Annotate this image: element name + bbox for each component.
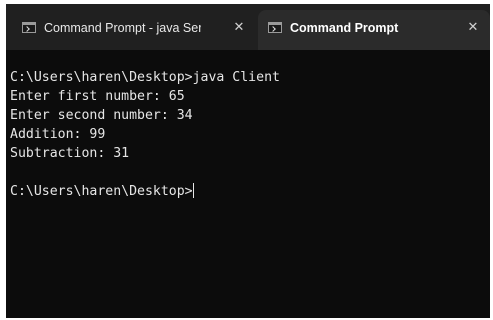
prompt-line[interactable]: C:\Users\haren\Desktop> bbox=[10, 182, 490, 201]
terminal-window: Command Prompt - java Server ✕ Command P… bbox=[6, 4, 490, 318]
terminal-icon bbox=[22, 22, 36, 33]
output-line: Addition: 99 bbox=[10, 127, 106, 142]
close-icon[interactable]: ✕ bbox=[464, 19, 482, 37]
close-icon[interactable]: ✕ bbox=[230, 19, 248, 37]
text-cursor bbox=[192, 183, 194, 198]
prompt-text: C:\Users\haren\Desktop> bbox=[10, 184, 193, 199]
output-line: Subtraction: 31 bbox=[10, 146, 130, 161]
tab-title: Command Prompt - java Server bbox=[44, 21, 201, 35]
tab-title: Command Prompt bbox=[290, 21, 399, 35]
output-line: Enter first number: 65 bbox=[10, 89, 185, 104]
terminal-icon bbox=[268, 22, 282, 33]
output-line: C:\Users\haren\Desktop>java Client bbox=[10, 70, 280, 85]
output-line: Enter second number: 34 bbox=[10, 108, 193, 123]
terminal-output[interactable]: C:\Users\haren\Desktop>java Client Enter… bbox=[6, 50, 490, 318]
tab-bar: Command Prompt - java Server ✕ Command P… bbox=[6, 4, 490, 50]
tab-command-prompt-java-server[interactable]: Command Prompt - java Server ✕ bbox=[12, 10, 254, 50]
tab-command-prompt[interactable]: Command Prompt ✕ bbox=[258, 10, 490, 50]
